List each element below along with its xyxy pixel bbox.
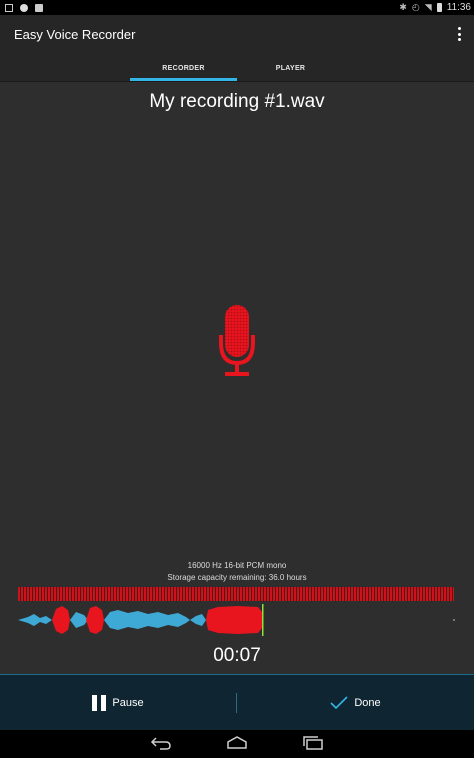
waveform-segment-2 xyxy=(70,612,88,628)
waveform-red-burst-2 xyxy=(86,606,104,634)
bluetooth-icon: ✱ xyxy=(399,2,407,12)
pause-button[interactable]: Pause xyxy=(0,675,236,731)
navigation-bar xyxy=(0,730,474,758)
tab-selected-indicator xyxy=(130,78,237,81)
storage-remaining-info: Storage capacity remaining: 36.0 hours xyxy=(167,573,307,582)
pause-icon xyxy=(92,695,107,711)
waveform-segment-1 xyxy=(18,614,52,626)
notification-icons xyxy=(0,3,43,12)
recent-apps-icon[interactable] xyxy=(302,736,324,750)
audio-format-info: 16000 Hz 16-bit PCM mono xyxy=(187,561,287,570)
alarm-icon: ◴ xyxy=(411,2,420,12)
waveform-red-block xyxy=(206,606,262,634)
pause-label: Pause xyxy=(112,697,144,709)
recording-controls: Pause Done xyxy=(0,674,474,731)
app-title: Easy Voice Recorder xyxy=(14,27,136,42)
microphone-icon xyxy=(219,305,255,376)
system-icons: ✱ ◴ ◥ 11:36 xyxy=(399,2,474,13)
tab-player[interactable]: PLAYER xyxy=(237,55,344,81)
checkmark-icon xyxy=(330,696,348,710)
store-notification-icon xyxy=(35,3,43,12)
input-level-meter xyxy=(18,587,454,601)
tab-bar: RECORDER PLAYER xyxy=(0,55,474,82)
gallery-notification-icon xyxy=(5,3,13,12)
record-notification-icon xyxy=(20,3,28,12)
overflow-menu-icon[interactable] xyxy=(456,27,462,41)
done-button[interactable]: Done xyxy=(237,675,474,731)
waveform-segment-3 xyxy=(104,610,190,630)
home-icon[interactable] xyxy=(226,736,248,750)
elapsed-time: 00:07 xyxy=(213,645,261,666)
waveform-playhead xyxy=(262,604,264,636)
recording-waveform xyxy=(18,604,455,636)
back-icon[interactable] xyxy=(150,736,172,750)
status-bar: ✱ ◴ ◥ 11:36 xyxy=(0,0,474,15)
battery-icon xyxy=(436,3,442,12)
waveform-segment-4 xyxy=(190,614,206,626)
done-label: Done xyxy=(354,697,381,709)
recording-file-name: My recording #1.wav xyxy=(149,91,325,112)
waveform-red-burst-1 xyxy=(52,606,70,634)
clock: 11:36 xyxy=(446,2,471,13)
waveform-end-marker xyxy=(453,619,455,621)
wifi-icon: ◥ xyxy=(424,2,432,12)
action-bar: Easy Voice Recorder xyxy=(0,15,474,55)
